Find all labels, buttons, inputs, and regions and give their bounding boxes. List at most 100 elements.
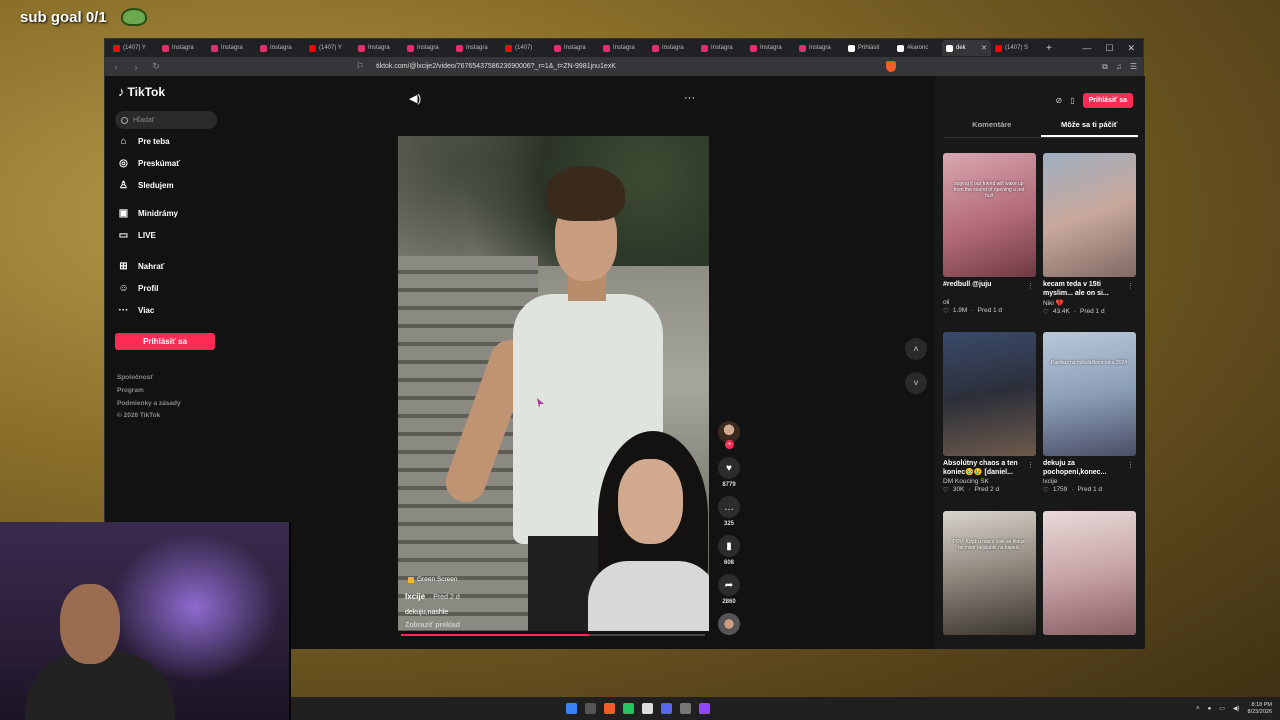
browser-tab[interactable]: Instagra [746, 40, 795, 56]
back-icon[interactable]: ‹ [111, 62, 121, 72]
card-title[interactable]: Absolútny chaos a ten koniec🥹😢 [daniel..… [943, 459, 1028, 477]
app-icon[interactable] [642, 703, 653, 714]
browser-tab[interactable]: Instagra [795, 40, 844, 56]
brave-browser-icon[interactable] [604, 703, 615, 714]
settings-icon[interactable] [680, 703, 691, 714]
video-progress-bar[interactable] [401, 634, 705, 636]
browser-tab[interactable]: Instagra [158, 40, 207, 56]
bookmark-save-icon[interactable]: ▮ [718, 535, 740, 557]
browser-tab[interactable]: (1407) Y [109, 40, 158, 56]
card-title[interactable]: kecam teda v 15ti myslim... ale on si... [1043, 280, 1128, 298]
translate-link[interactable]: Zobraziť preklad [405, 622, 460, 629]
footer-link[interactable]: Podmienky a zásady [117, 400, 181, 407]
chevron-down-icon[interactable]: ˅ [905, 372, 927, 394]
footer-link[interactable]: Program [117, 387, 144, 394]
browser-tab[interactable]: Prihlásit [844, 40, 893, 56]
speaker-icon[interactable]: ◀) [1233, 705, 1240, 712]
network-icon[interactable]: ▭ [1219, 705, 1225, 712]
tray-chevron-icon[interactable]: ˄ [1196, 706, 1200, 712]
card-more-icon[interactable]: ⋮ [1127, 461, 1134, 469]
video-card[interactable]: Pavlous na mikuláškom roku 2024 dekuju za… [1043, 332, 1136, 511]
card-author[interactable]: oli [943, 299, 1036, 306]
footer-link[interactable]: Spoločnosť [117, 374, 153, 381]
creator-avatar[interactable]: + [718, 421, 740, 449]
sidebar-item-sledujem[interactable]: ♙ Sledujem [118, 180, 174, 191]
clock[interactable]: 8:18 PM 8/23/2026 [1248, 702, 1272, 716]
video-thumbnail[interactable]: Pavlous na mikuláškom roku 2024 [1043, 332, 1136, 456]
video-thumbnail[interactable] [1043, 511, 1136, 635]
card-more-icon[interactable]: ⋮ [1027, 282, 1034, 290]
maximize-icon[interactable]: ☐ [1105, 43, 1113, 54]
video-author[interactable]: lxcije · Pred 2 d [405, 592, 460, 601]
chevron-up-icon[interactable]: ˄ [905, 338, 927, 360]
card-more-icon[interactable]: ⋮ [1127, 282, 1134, 290]
close-tab-icon[interactable]: ✕ [981, 44, 987, 52]
browser-tab[interactable]: Instagra [599, 40, 648, 56]
url-text[interactable]: tiktok.com/@lxcije2/video/76765437586236… [376, 63, 616, 70]
sidebar-item-pre-teba[interactable]: ⌂ Pre teba [118, 136, 169, 147]
extensions-icon[interactable]: ⧉ [1102, 62, 1108, 72]
video-thumbnail[interactable] [943, 332, 1036, 456]
video-thumbnail[interactable] [1043, 153, 1136, 277]
browser-tab[interactable]: (1407) S [991, 40, 1040, 56]
sidebar-item-nahra-[interactable]: ⊞ Nahrať [118, 261, 164, 272]
browser-tab[interactable]: Instagra [648, 40, 697, 56]
video-frame[interactable]: Green Screen lxcije · Pred 2 d dekuju,nas… [398, 136, 709, 631]
url-field[interactable]: ⚐ tiktok.com/@lxcije2/video/767654375862… [356, 59, 876, 74]
close-window-icon[interactable]: ✕ [1127, 43, 1135, 54]
phone-icon[interactable]: ▯ [1070, 96, 1074, 105]
compass-small-icon[interactable]: ⊘ [1056, 96, 1063, 105]
windows-start-icon[interactable] [566, 703, 577, 714]
brave-shield-icon[interactable] [886, 61, 896, 72]
card-more-icon[interactable]: ⋮ [1027, 461, 1034, 469]
media-icon[interactable]: ♫ [1116, 62, 1122, 71]
card-author[interactable]: Niki 💔 [1043, 299, 1136, 307]
new-tab-icon[interactable]: + [1040, 43, 1058, 54]
browser-tab[interactable]: Instagra [697, 40, 746, 56]
forward-icon[interactable]: › [131, 62, 141, 72]
more-options-icon[interactable]: ··· [684, 92, 695, 105]
twitch-icon[interactable] [699, 703, 710, 714]
browser-tab[interactable]: #karonc [893, 40, 942, 56]
follow-plus-icon[interactable]: + [725, 440, 734, 449]
browser-tab[interactable]: Instagra [207, 40, 256, 56]
comment-icon[interactable]: … [718, 496, 740, 518]
video-thumbnail[interactable]: saying if our friend will wake up from t… [943, 153, 1036, 277]
card-title[interactable]: dekuju za pochopeni,konec... [1043, 459, 1128, 477]
task-view-icon[interactable] [585, 703, 596, 714]
sidebar-item-viac[interactable]: ··· Viac [118, 305, 155, 316]
browser-tab[interactable]: Instagra [550, 40, 599, 56]
reload-icon[interactable]: ↻ [151, 61, 161, 72]
sidebar-item-minidr-my[interactable]: ▣ Minidrámy [118, 208, 178, 219]
volume-icon[interactable]: ◀) [409, 92, 421, 105]
sidebar-item-presk-ma-[interactable]: ◎ Preskúmať [118, 158, 180, 169]
video-card[interactable]: kecam teda v 15ti myslim... ale on si...… [1043, 153, 1136, 332]
browser-tab[interactable]: (1407) [501, 40, 550, 56]
menu-icon[interactable]: ☰ [1130, 62, 1137, 71]
obs-green-icon[interactable] [623, 703, 634, 714]
tab-you-may-like[interactable]: Môže sa ti páčiť [1040, 120, 1138, 137]
login-button[interactable]: Prihlásiť sa [115, 333, 215, 350]
video-card[interactable] [1043, 511, 1136, 690]
browser-tab[interactable]: (1407) Y [305, 40, 354, 56]
sidebar-item-live[interactable]: ▭ LIVE [118, 230, 156, 241]
video-card[interactable]: saying if our friend will wake up from t… [943, 153, 1036, 332]
browser-tab[interactable]: Instagra [452, 40, 501, 56]
card-title[interactable]: #redbull @juju [943, 280, 1028, 298]
search-input[interactable]: Hľadať [115, 111, 217, 129]
browser-tab[interactable]: Instagra [354, 40, 403, 56]
video-card[interactable]: Absolútny chaos a ten koniec🥹😢 [daniel..… [943, 332, 1036, 511]
sidebar-item-profil[interactable]: ☺ Profil [118, 283, 158, 294]
bookmark-icon[interactable]: ⚐ [356, 61, 364, 72]
tiktok-logo[interactable]: ♪ TikTok [118, 84, 165, 99]
effect-label[interactable]: Green Screen [408, 576, 457, 583]
card-author[interactable]: lxcije [1043, 478, 1136, 485]
browser-tab[interactable]: Instagra [256, 40, 305, 56]
mic-icon[interactable]: ● [1208, 706, 1212, 712]
music-disc-icon[interactable] [718, 613, 740, 635]
like-icon[interactable]: ♥ [718, 457, 740, 479]
browser-tab[interactable]: Instagra [403, 40, 452, 56]
browser-tab[interactable]: dek ✕ [942, 40, 991, 56]
minimize-icon[interactable]: — [1082, 43, 1091, 54]
video-thumbnail[interactable]: POV: Když u nás v sále se klouzl bicmist… [943, 511, 1036, 635]
